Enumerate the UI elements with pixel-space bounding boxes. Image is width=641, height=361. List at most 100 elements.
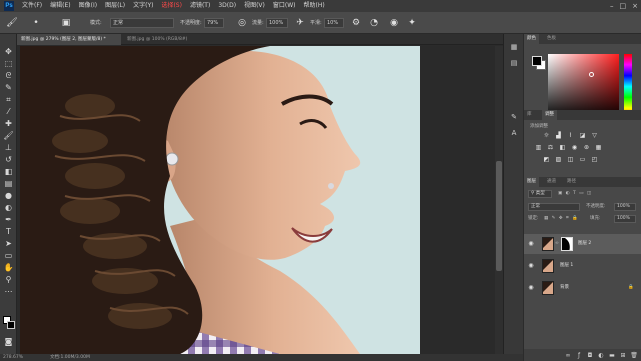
blend-mode-select[interactable]: 正常 — [528, 203, 580, 211]
flow-input[interactable]: 100% — [266, 18, 288, 28]
new-layer-icon[interactable]: ⊞ — [619, 352, 627, 360]
black-white-icon[interactable]: ◧ — [558, 144, 567, 152]
angle-icon[interactable]: ◔ — [368, 17, 380, 29]
layer-row[interactable]: ◉ 图层 1 — [524, 256, 641, 276]
color-picker-marker[interactable] — [589, 72, 594, 77]
channel-mixer-icon[interactable]: ⊛ — [582, 144, 591, 152]
chain-link-icon[interactable]: ∞ — [555, 240, 559, 248]
brightness-contrast-icon[interactable]: ☼ — [542, 132, 551, 140]
history-panel-icon[interactable]: ▦ — [509, 42, 519, 52]
zoom-icon[interactable]: ⚲ — [2, 274, 15, 285]
document-info[interactable]: 文档:1.00M/3.00M — [50, 354, 90, 361]
new-group-icon[interactable]: ▬ — [608, 352, 616, 360]
character-panel-icon[interactable]: A — [509, 128, 519, 138]
pen-icon[interactable]: ✒ — [2, 214, 15, 225]
lasso-icon[interactable]: ᘓ — [2, 70, 15, 81]
path-select-icon[interactable]: ➤ — [2, 238, 15, 249]
smooth-input[interactable]: 10% — [324, 18, 344, 28]
dodge-icon[interactable]: ◐ — [2, 202, 15, 213]
stamp-icon[interactable]: ⊥ — [2, 142, 15, 153]
brush-settings-icon[interactable]: ▣ — [60, 17, 72, 29]
menu-3d[interactable]: 3D(D) — [218, 0, 236, 12]
brush-preset-icon[interactable]: 🖌 — [6, 17, 18, 29]
type-icon[interactable]: T — [2, 226, 15, 237]
eye-icon[interactable]: ◉ — [527, 240, 535, 248]
tab-color[interactable]: 颜色 — [524, 34, 539, 44]
more-tools-icon[interactable]: ⋯ — [2, 286, 15, 297]
hue-saturation-icon[interactable]: ▥ — [534, 144, 543, 152]
fx-icon[interactable]: ƒ — [575, 352, 583, 360]
quick-mask-icon[interactable]: ◙ — [2, 336, 15, 347]
crop-icon[interactable]: ⌗ — [2, 94, 15, 105]
layer-row[interactable]: ◉ ∞ 图层 2 — [524, 234, 641, 254]
levels-icon[interactable]: ▟ — [554, 132, 563, 140]
canvas-image[interactable] — [20, 46, 420, 354]
minimize-icon[interactable]: – — [610, 0, 614, 12]
tab-channels[interactable]: 通道 — [544, 177, 559, 187]
color-lookup-icon[interactable]: ▦ — [594, 144, 603, 152]
curves-icon[interactable]: ⌇ — [566, 132, 575, 140]
smoothing-options-icon[interactable]: ⚙ — [350, 17, 362, 29]
layer-mask-thumbnail[interactable] — [561, 237, 573, 251]
menu-view[interactable]: 视图(V) — [244, 0, 265, 12]
eye-icon[interactable]: ◉ — [527, 262, 535, 270]
fill-input[interactable]: 100% — [614, 215, 636, 223]
blur-icon[interactable]: ● — [2, 190, 15, 201]
background-color-swatch[interactable] — [7, 321, 15, 329]
menu-select[interactable]: 选择(S) — [161, 0, 182, 12]
menu-image[interactable]: 图像(I) — [79, 0, 97, 12]
layer-opacity-input[interactable]: 100% — [614, 203, 636, 211]
tab-adjustments[interactable]: 调整 — [542, 110, 557, 120]
layer-kind-filter[interactable]: ⚲ 类型 — [528, 190, 552, 198]
vibrance-icon[interactable]: ▽ — [590, 132, 599, 140]
close-icon[interactable]: × — [632, 0, 638, 12]
foreground-swatch[interactable] — [532, 56, 542, 66]
trash-icon[interactable]: 🗑 — [630, 352, 638, 360]
gradient-icon[interactable]: ▤ — [2, 178, 15, 189]
scrollbar-thumb[interactable] — [496, 161, 502, 271]
menu-type[interactable]: 文字(Y) — [133, 0, 153, 12]
move-icon[interactable]: ✥ — [2, 46, 15, 57]
eye-icon[interactable]: ◉ — [527, 284, 535, 292]
pressure-opacity-icon[interactable]: ◎ — [236, 17, 248, 29]
vertical-scrollbar[interactable] — [495, 46, 503, 354]
brush-icon[interactable]: 🖌 — [2, 130, 15, 141]
menu-edit[interactable]: 编辑(E) — [50, 0, 70, 12]
marquee-icon[interactable]: ⬚ — [2, 58, 15, 69]
lock-icons[interactable]: ▦ ✎ ✥ ⌗ 🔒 — [544, 215, 579, 223]
menu-window[interactable]: 窗口(W) — [273, 0, 296, 12]
menu-layer[interactable]: 图层(L) — [105, 0, 125, 12]
photo-filter-icon[interactable]: ◉ — [570, 144, 579, 152]
hand-icon[interactable]: ✋ — [2, 262, 15, 273]
maximize-icon[interactable]: □ — [620, 0, 627, 12]
eyedropper-icon[interactable]: ⁄ — [2, 106, 15, 117]
zoom-readout[interactable]: 278.67% — [3, 354, 23, 361]
brush-size-picker-icon[interactable]: • — [30, 17, 42, 29]
shape-icon[interactable]: ▭ — [2, 250, 15, 261]
threshold-icon[interactable]: ◫ — [566, 156, 575, 164]
tab-paths[interactable]: 路径 — [564, 177, 579, 187]
tab-document-1[interactable]: 新图.jpg @ 279% (图层 2, 图层蒙版/8) * — [17, 34, 121, 45]
mode-select[interactable]: 正常 — [110, 18, 174, 28]
opacity-input[interactable]: 79% — [204, 18, 224, 28]
eraser-icon[interactable]: ◧ — [2, 166, 15, 177]
tab-layers[interactable]: 图层 — [524, 177, 539, 187]
color-balance-icon[interactable]: ⚖ — [546, 144, 555, 152]
brush-panel-icon[interactable]: ✎ — [509, 112, 519, 122]
pressure-size-icon[interactable]: ◉ — [388, 17, 400, 29]
tab-document-2[interactable]: 新图.jpg @ 100% (RGB/8#) — [123, 34, 219, 45]
invert-icon[interactable]: ◩ — [542, 156, 551, 164]
airbrush-icon[interactable]: ✈ — [294, 17, 306, 29]
layer-row[interactable]: ◉ 背景 🔒 — [524, 278, 641, 298]
history-brush-icon[interactable]: ↺ — [2, 154, 15, 165]
posterize-icon[interactable]: ▨ — [554, 156, 563, 164]
layer-filter-icons[interactable]: ▣ ◐ T ▭ ◫ — [558, 190, 592, 198]
gradient-map-icon[interactable]: ▭ — [578, 156, 587, 164]
menu-filter[interactable]: 滤镜(T) — [190, 0, 210, 12]
menu-file[interactable]: 文件(F) — [22, 0, 42, 12]
exposure-icon[interactable]: ◪ — [578, 132, 587, 140]
properties-panel-icon[interactable]: ▤ — [509, 58, 519, 68]
symmetry-icon[interactable]: ✦ — [406, 17, 418, 29]
link-layers-icon[interactable]: ∞ — [564, 352, 572, 360]
adjustment-layer-icon[interactable]: ◐ — [597, 352, 605, 360]
